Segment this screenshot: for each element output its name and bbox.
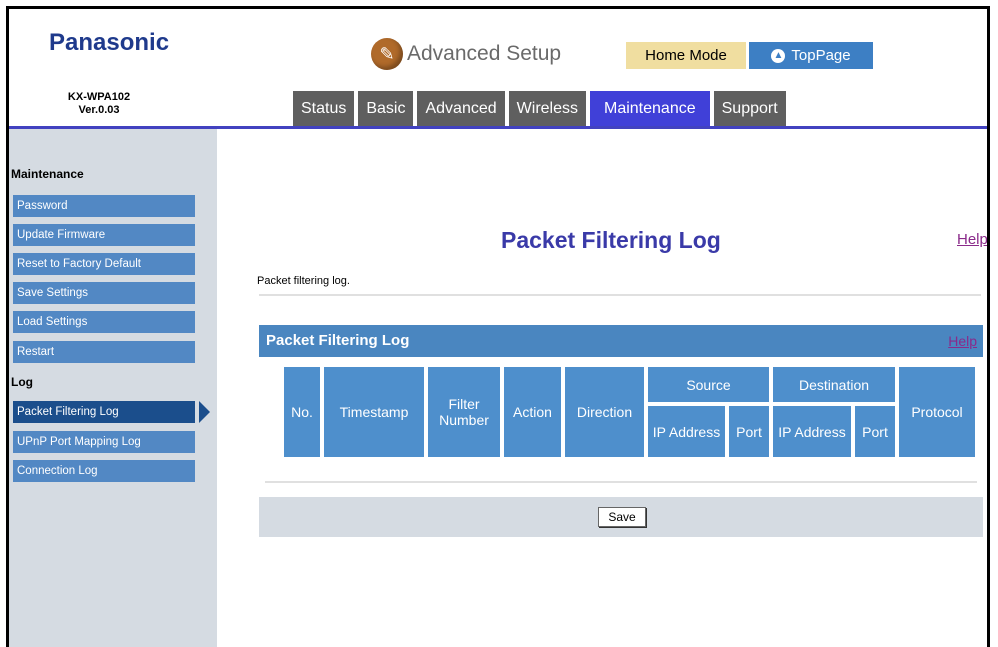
sidebar-item-restart[interactable]: Restart xyxy=(13,341,195,363)
sidebar-item-load-settings[interactable]: Load Settings xyxy=(13,311,195,333)
col-header-destination-port: Port xyxy=(855,406,895,457)
col-header-timestamp: Timestamp xyxy=(324,367,424,457)
top-page-label: TopPage xyxy=(791,47,851,64)
sidebar-item-upnp-port-mapping-log[interactable]: UPnP Port Mapping Log xyxy=(13,431,195,453)
divider xyxy=(265,481,977,483)
col-header-protocol: Protocol xyxy=(899,367,975,457)
app-frame: Panasonic KX-WPA102 Ver.0.03 ✎ Advanced … xyxy=(6,6,990,647)
tab-advanced[interactable]: Advanced xyxy=(417,91,505,126)
section-title: Packet Filtering Log xyxy=(266,332,410,349)
page-description: Packet filtering log. xyxy=(257,275,350,287)
help-link[interactable]: Help xyxy=(957,231,987,248)
model-name: KX-WPA102 xyxy=(67,91,131,103)
model-info: KX-WPA102 Ver.0.03 xyxy=(29,91,169,117)
col-header-filter-number: Filter Number xyxy=(428,367,500,457)
page-title: Packet Filtering Log xyxy=(501,227,721,253)
col-header-destination-ip: IP Address xyxy=(773,406,851,457)
section-help-link[interactable]: Help xyxy=(948,325,977,357)
col-header-source-port: Port xyxy=(729,406,769,457)
sidebar-item-update-firmware[interactable]: Update Firmware xyxy=(13,224,195,246)
col-header-action: Action xyxy=(504,367,561,457)
app-title-text: Advanced Setup xyxy=(407,42,562,65)
arrow-up-icon: ▲ xyxy=(771,48,786,63)
col-header-direction: Direction xyxy=(565,367,644,457)
save-button[interactable]: Save xyxy=(598,507,646,527)
main-tabs: Status Basic Advanced Wireless Maintenan… xyxy=(293,91,786,126)
col-header-no: No. xyxy=(284,367,320,457)
sidebar-item-connection-log[interactable]: Connection Log xyxy=(13,460,195,482)
app-title: ✎ Advanced Setup xyxy=(371,37,561,71)
action-bar: Save xyxy=(259,497,983,537)
firmware-version: Ver.0.03 xyxy=(78,104,120,116)
sidebar-heading-maintenance: Maintenance xyxy=(11,167,84,181)
tab-maintenance[interactable]: Maintenance xyxy=(590,91,710,126)
active-arrow-icon xyxy=(199,401,210,423)
home-mode-button[interactable]: Home Mode xyxy=(626,42,746,69)
tab-status[interactable]: Status xyxy=(293,91,355,126)
wrench-icon: ✎ xyxy=(371,38,403,70)
col-header-destination: Destination xyxy=(773,367,895,402)
top-page-button[interactable]: ▲ TopPage xyxy=(749,42,873,69)
tab-support[interactable]: Support xyxy=(713,91,786,126)
section-header: Packet Filtering Log Help xyxy=(259,325,983,357)
sidebar-item-packet-filtering-log[interactable]: Packet Filtering Log xyxy=(13,401,195,423)
sidebar-item-reset-factory-default[interactable]: Reset to Factory Default xyxy=(13,253,195,275)
sidebar: Maintenance Password Update Firmware Res… xyxy=(9,129,217,647)
sidebar-item-password[interactable]: Password xyxy=(13,195,195,217)
col-header-source: Source xyxy=(648,367,769,402)
brand-logo: Panasonic xyxy=(49,29,170,56)
col-header-source-ip: IP Address xyxy=(648,406,725,457)
sidebar-item-save-settings[interactable]: Save Settings xyxy=(13,282,195,304)
tab-wireless[interactable]: Wireless xyxy=(508,91,586,126)
tab-basic[interactable]: Basic xyxy=(358,91,414,126)
sidebar-heading-log: Log xyxy=(11,375,33,389)
divider xyxy=(259,294,981,296)
